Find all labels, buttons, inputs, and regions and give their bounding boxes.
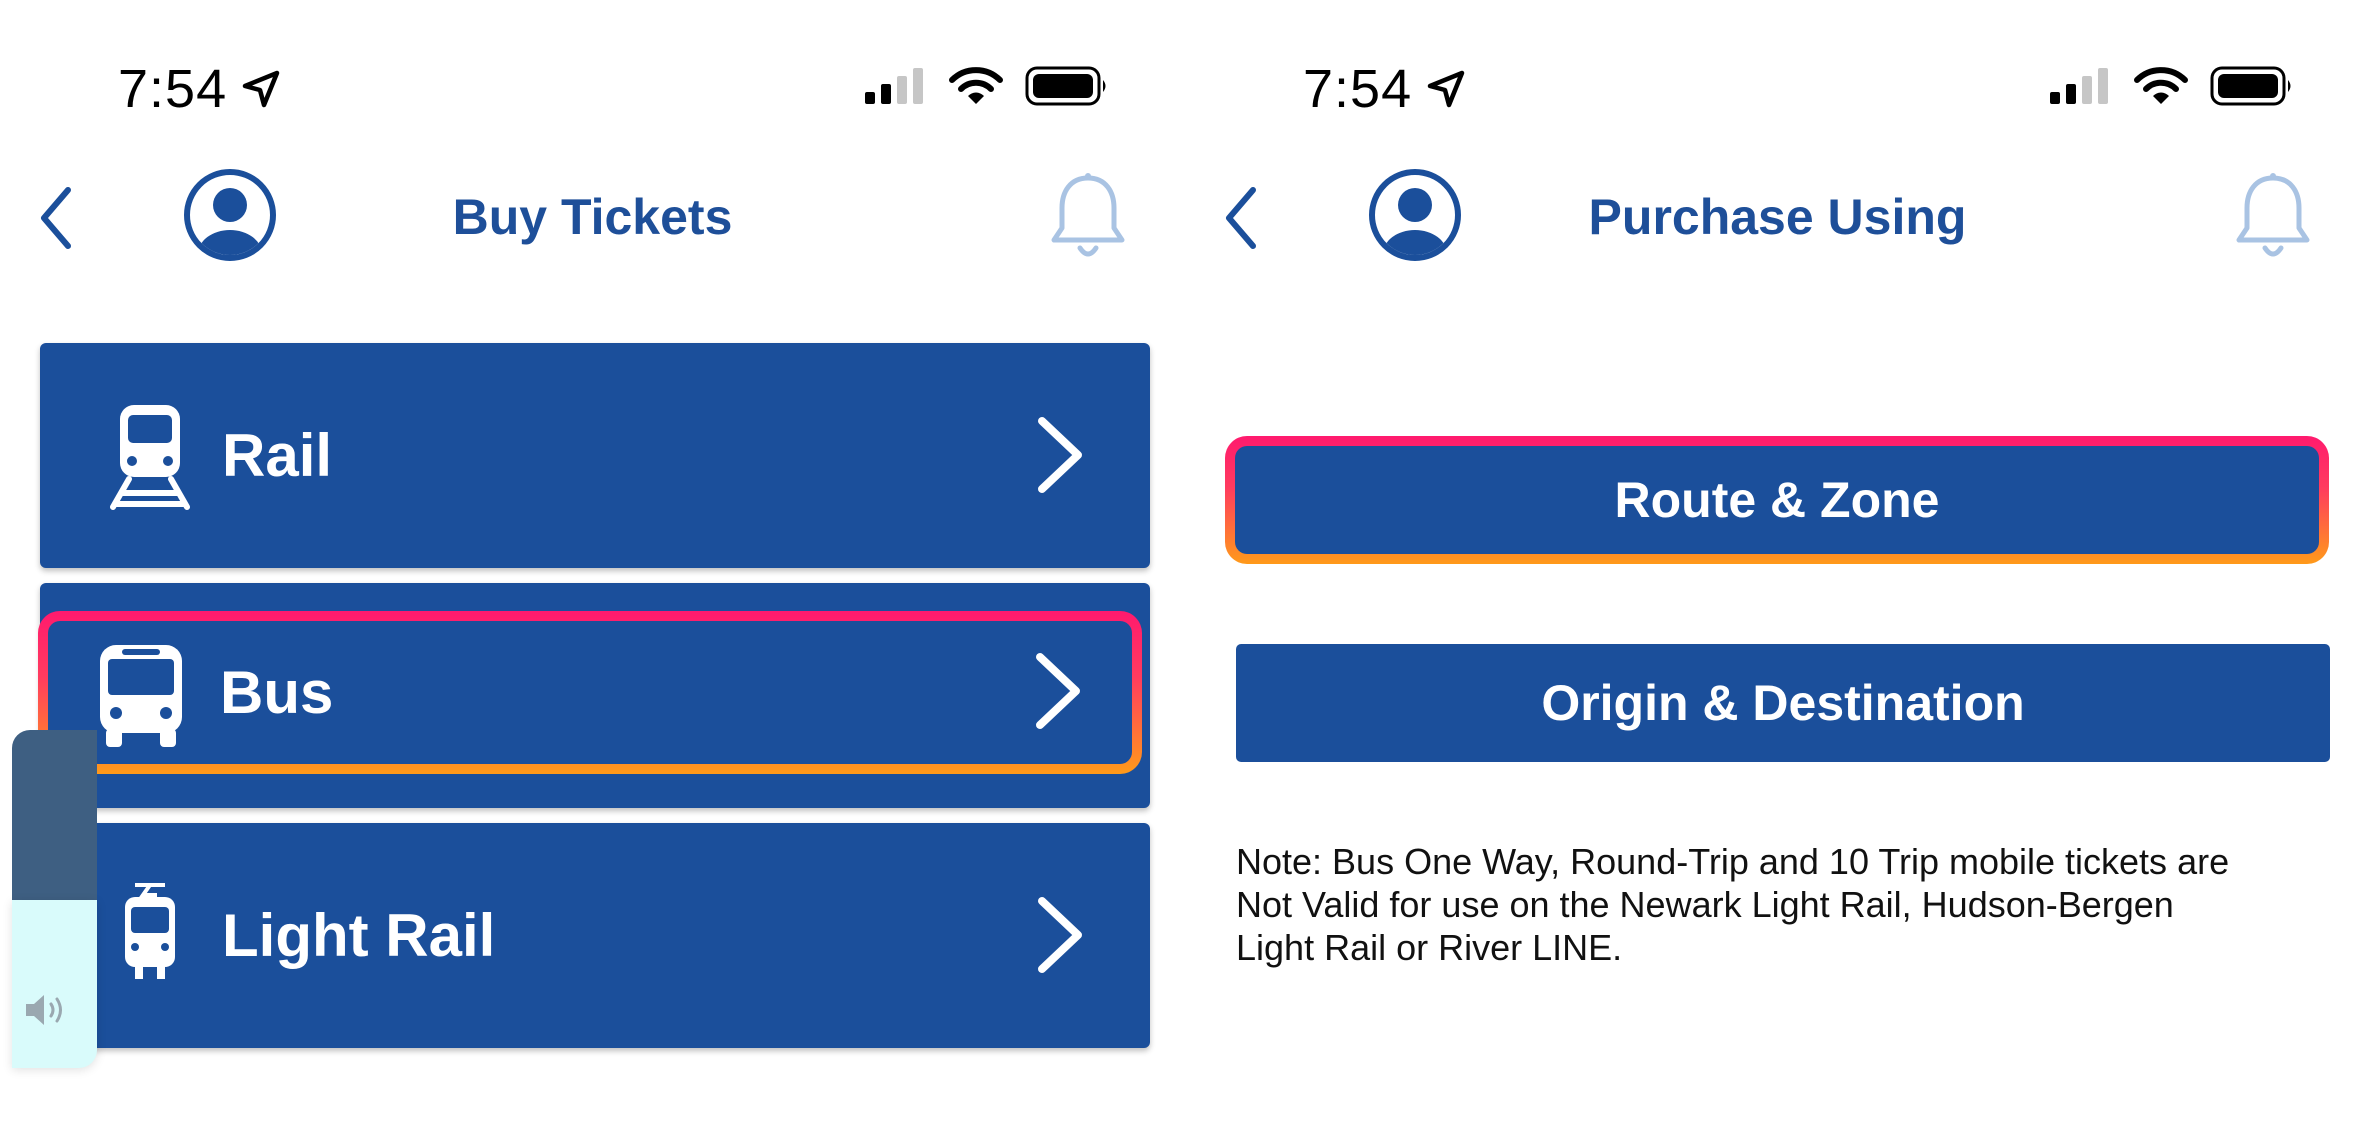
chevron-right-icon (1036, 653, 1080, 729)
buy-tickets-screen: 7:54 Buy Tickets Rail Bus Light Rail (0, 0, 1185, 1123)
page-title: Purchase Using (1588, 189, 1967, 245)
wifi-icon (949, 67, 1003, 104)
status-icons (2050, 66, 2294, 106)
volume-slider-level[interactable] (12, 900, 97, 1068)
bus-tile-highlighted[interactable]: Bus (38, 611, 1142, 774)
signal-icon (2050, 68, 2108, 104)
location-arrow-icon (1427, 70, 1465, 108)
light-rail-label: Light Rail (222, 902, 496, 969)
volume-slider-track[interactable] (12, 730, 97, 900)
ticket-validity-note: Note: Bus One Way, Round-Trip and 10 Tri… (1236, 841, 2230, 968)
rail-label: Rail (222, 422, 333, 489)
rail-tile[interactable]: Rail (40, 343, 1150, 568)
chevron-right-icon (1038, 897, 1082, 973)
status-time: 7:54 (1303, 58, 1466, 120)
notification-bell-icon[interactable] (2233, 170, 2313, 262)
signal-icon (865, 68, 923, 104)
origin-and-destination-button[interactable]: Origin & Destination (1236, 644, 2330, 762)
page-title: Buy Tickets (452, 189, 733, 245)
purchase-using-screen: 7:54 Purchase Using Route & Zone Origin … (1185, 0, 2370, 1123)
route-and-zone-button[interactable]: Route & Zone (1225, 436, 2329, 564)
battery-icon (2210, 66, 2291, 106)
status-time: 7:54 (118, 58, 281, 120)
notification-bell-icon[interactable] (1048, 170, 1128, 262)
status-icons (865, 66, 1109, 106)
speaker-volume-icon (26, 995, 62, 1025)
bus-label: Bus (220, 659, 334, 726)
light-rail-icon (125, 883, 175, 979)
location-arrow-icon (242, 70, 280, 108)
light-rail-tile[interactable]: Light Rail (40, 823, 1150, 1048)
battery-icon (1025, 66, 1106, 106)
train-icon (110, 405, 190, 510)
bus-icon (100, 645, 182, 747)
chevron-right-icon (1038, 417, 1082, 493)
wifi-icon (2134, 67, 2188, 104)
